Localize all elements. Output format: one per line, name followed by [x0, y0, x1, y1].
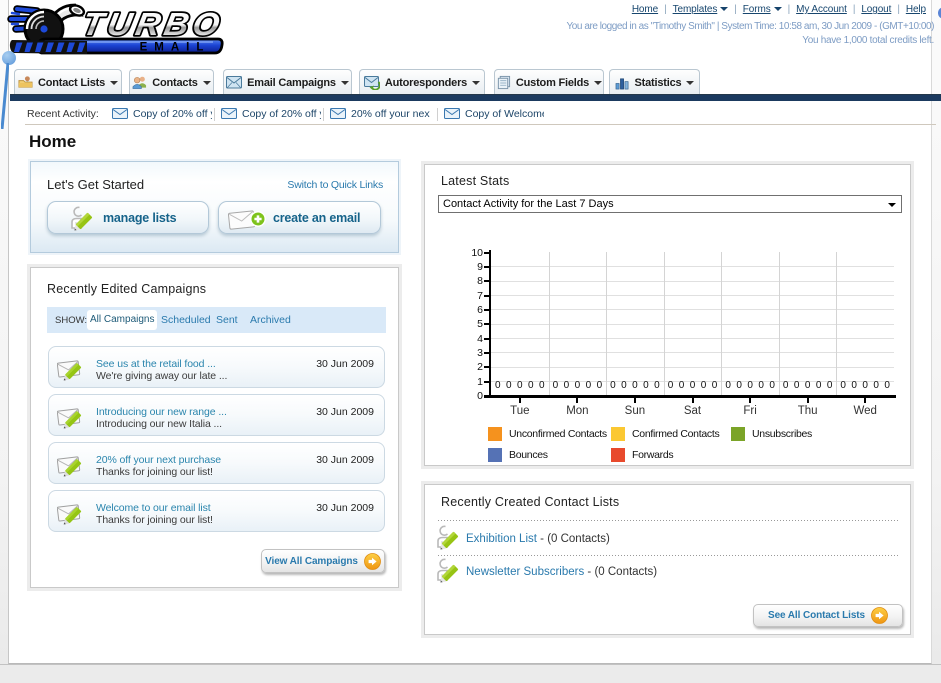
- svg-text:EMAIL: EMAIL: [140, 42, 211, 54]
- svg-text:TURBO: TURBO: [80, 7, 227, 43]
